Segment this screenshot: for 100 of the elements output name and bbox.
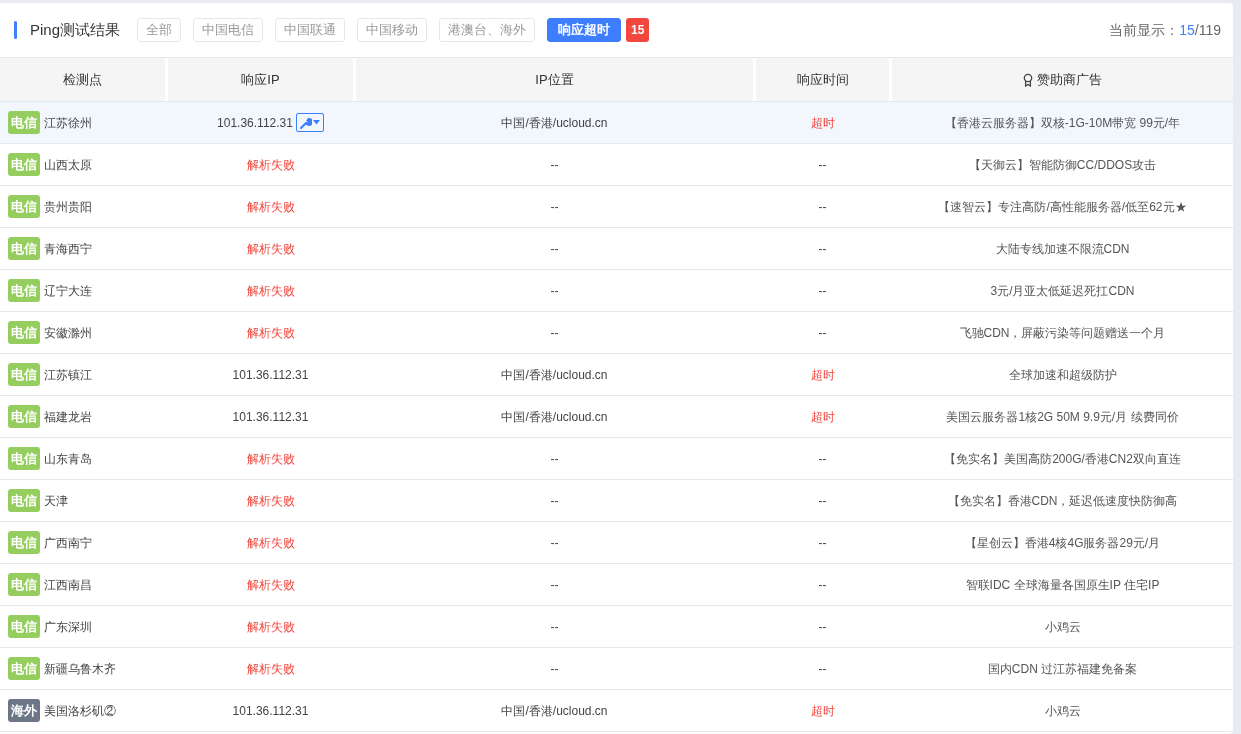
location-text: 江西南昌 xyxy=(44,576,92,594)
ip-location-text: -- xyxy=(550,534,559,552)
carrier-tag: 电信 xyxy=(8,531,40,554)
response-time-text: -- xyxy=(818,198,827,216)
location-text: 天津 xyxy=(44,492,68,510)
carrier-tag: 电信 xyxy=(8,447,40,470)
location-text: 江苏镇江 xyxy=(44,366,92,384)
filter-tab[interactable]: 响应超时 xyxy=(547,18,622,42)
carrier-tag: 电信 xyxy=(8,111,40,134)
sponsor-ad-link[interactable]: 【天御云】智能防御CC/DDOS攻击 xyxy=(968,155,1157,174)
ip-location-text: 中国/香港/ucloud.cn xyxy=(501,114,608,132)
response-time-text: 超时 xyxy=(810,366,835,384)
carrier-tag: 电信 xyxy=(8,657,40,680)
ip-location-text: 中国/香港/ucloud.cn xyxy=(501,408,608,426)
response-time-text: -- xyxy=(818,282,827,300)
sponsor-ad-link[interactable]: 【速智云】专注高防/高性能服务器/低至62元★ xyxy=(938,197,1187,216)
carrier-tag: 电信 xyxy=(8,489,40,512)
ip-text: 101.36.112.31 xyxy=(232,408,309,426)
response-time-text: 超时 xyxy=(810,114,835,132)
sponsor-ad-link[interactable]: 小鸡云 xyxy=(1044,701,1081,720)
carrier-tag: 电信 xyxy=(8,573,40,596)
response-time-text: -- xyxy=(818,492,827,510)
ip-location-text: 中国/香港/ucloud.cn xyxy=(501,702,608,720)
sponsor-ad-link[interactable]: 全球加速和超级防护 xyxy=(1008,365,1117,384)
sponsor-ad-link[interactable]: 3元/月亚太低延迟死扛CDN xyxy=(990,281,1135,300)
ip-location-text: -- xyxy=(550,282,559,300)
sponsor-ad-link[interactable]: 国内CDN 过江苏福建免备案 xyxy=(987,659,1138,678)
ip-location-text: -- xyxy=(550,450,559,468)
sponsor-ad-link[interactable]: 【免实名】香港CDN，延迟低速度快防御高 xyxy=(947,491,1178,510)
location-text: 辽宁大连 xyxy=(44,282,92,300)
ip-text: 解析失败 xyxy=(246,534,295,552)
location-text: 安徽滁州 xyxy=(44,324,92,342)
location-text: 广东深圳 xyxy=(44,618,92,636)
column-header: 响应时间 xyxy=(756,58,889,101)
sponsor-ad-link[interactable]: 智联IDC 全球海量各国原生IP 住宅IP xyxy=(965,575,1160,594)
ip-location-text: -- xyxy=(550,240,559,258)
ip-location-text: -- xyxy=(550,492,559,510)
award-icon xyxy=(1023,72,1033,87)
sponsor-ad-link[interactable]: 美国云服务器1核2G 50M 9.9元/月 续费同价 xyxy=(946,407,1179,426)
carrier-tag: 电信 xyxy=(8,153,40,176)
ip-text: 解析失败 xyxy=(246,450,295,468)
carrier-tag: 电信 xyxy=(8,405,40,428)
location-text: 美国洛杉矶② xyxy=(44,702,116,720)
ip-location-text: -- xyxy=(550,618,559,636)
sponsor-ad-link[interactable]: 【免实名】美国高防200G/香港CN2双向直连 xyxy=(944,449,1181,468)
ip-location-text: -- xyxy=(550,324,559,342)
ip-location-text: -- xyxy=(550,660,559,678)
carrier-tag: 海外 xyxy=(8,699,40,722)
response-time-text: -- xyxy=(818,450,827,468)
response-time-text: -- xyxy=(818,156,827,174)
location-text: 青海西宁 xyxy=(44,240,92,258)
ip-location-text: -- xyxy=(550,156,559,174)
ip-text: 101.36.112.31 xyxy=(232,366,309,384)
location-text: 广西南宁 xyxy=(44,534,92,552)
location-text: 江苏徐州 xyxy=(44,114,92,132)
ip-text: 解析失败 xyxy=(246,282,295,300)
column-header: 检测点 xyxy=(0,58,165,101)
ip-text: 解析失败 xyxy=(246,198,295,216)
ip-text: 解析失败 xyxy=(246,576,295,594)
ip-location-text: -- xyxy=(550,198,559,216)
carrier-tag: 电信 xyxy=(8,279,40,302)
carrier-tag: 电信 xyxy=(8,237,40,260)
display-shown-count: 15 xyxy=(1179,20,1195,40)
response-time-text: -- xyxy=(818,660,827,678)
ip-text: 解析失败 xyxy=(246,240,295,258)
display-label: 当前显示： xyxy=(1109,20,1180,40)
sponsor-ad-link[interactable]: 小鸡云 xyxy=(1044,617,1081,636)
response-time-text: -- xyxy=(818,576,827,594)
column-header: IP位置 xyxy=(356,58,753,101)
carrier-tag: 电信 xyxy=(8,615,40,638)
ip-text: 解析失败 xyxy=(246,156,295,174)
ip-location-text: 中国/香港/ucloud.cn xyxy=(501,366,608,384)
caret-icon xyxy=(312,120,320,125)
response-time-text: 超时 xyxy=(810,408,835,426)
sponsor-ad-link[interactable]: 【香港云服务器】双核-1G-10M带宽 99元/年 xyxy=(944,113,1181,132)
ip-location-text: -- xyxy=(550,576,559,594)
response-time-text: -- xyxy=(818,618,827,636)
response-time-text: -- xyxy=(818,534,827,552)
location-text: 新疆乌鲁木齐 xyxy=(44,660,116,678)
ip-text: 解析失败 xyxy=(246,324,295,342)
tools-dropdown-button[interactable] xyxy=(295,113,324,132)
table-row[interactable]: 电信 江苏徐州 101.36.112.31 中国/香港/ucloud.cn 超时 【香港云服务器】双核-1G-10M带宽 99元/年 xyxy=(0,102,1233,144)
ip-text: 101.36.112.31 xyxy=(232,702,309,720)
location-text: 山东青岛 xyxy=(44,450,92,468)
location-text: 山西太原 xyxy=(44,156,92,174)
sponsor-ad-link[interactable]: 大陆专线加速不限流CDN xyxy=(995,239,1130,258)
ip-text: 101.36.112.31 xyxy=(217,114,293,132)
display-total-count: /119 xyxy=(1194,20,1221,40)
response-time-text: 超时 xyxy=(810,702,835,720)
carrier-tag: 电信 xyxy=(8,321,40,344)
wrench-icon xyxy=(299,116,312,129)
ip-text: 解析失败 xyxy=(246,618,295,636)
sponsor-ad-link[interactable]: 【星创云】香港4核4G服务器29元/月 xyxy=(964,533,1161,552)
carrier-tag: 电信 xyxy=(8,363,40,386)
ip-text: 解析失败 xyxy=(246,660,295,678)
response-time-text: -- xyxy=(818,324,827,342)
carrier-tag: 电信 xyxy=(8,195,40,218)
column-title: 赞助商广告 xyxy=(1037,70,1102,89)
sponsor-ad-link[interactable]: 飞驰CDN，屏蔽污染等问题赠送一个月 xyxy=(959,323,1166,342)
column-header: 响应IP xyxy=(168,58,353,101)
